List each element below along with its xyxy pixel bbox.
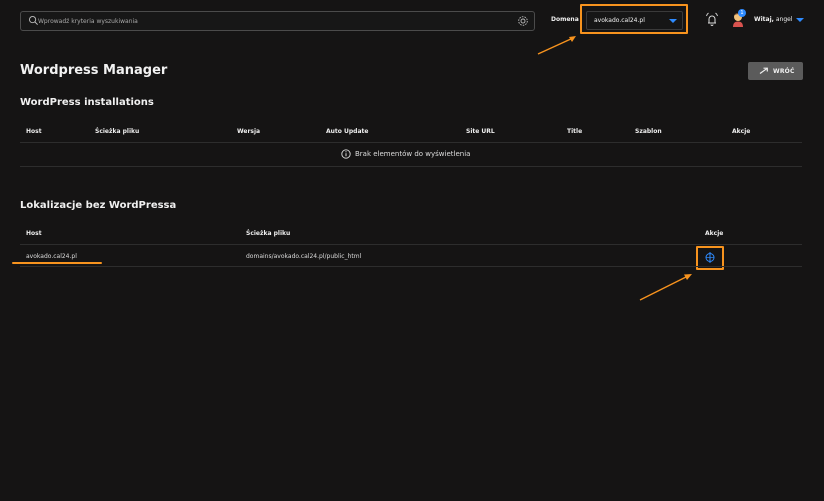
search-box[interactable] <box>20 11 535 31</box>
installations-title: WordPress installations <box>20 97 154 108</box>
back-button-label: WRÓĆ <box>773 67 795 75</box>
table-divider <box>20 244 802 245</box>
column-header-theme[interactable]: Szablon <box>635 128 662 135</box>
column-header-actions: Akcje <box>732 128 751 135</box>
notification-bell-icon[interactable] <box>705 12 719 27</box>
info-icon <box>341 149 351 159</box>
column-header-path[interactable]: Ścieżka pliku <box>246 230 290 237</box>
gear-icon[interactable] <box>517 15 529 27</box>
chevron-down-icon <box>669 19 677 23</box>
search-input[interactable] <box>38 12 518 30</box>
table-divider <box>20 166 802 167</box>
host-underline-annotation <box>12 262 102 264</box>
column-header-site-url[interactable]: Site URL <box>466 128 495 135</box>
user-menu-chevron-icon[interactable] <box>796 18 804 22</box>
notification-badge: 1 <box>738 9 746 17</box>
page-title: Wordpress Manager <box>20 63 168 78</box>
column-header-actions: Akcje <box>705 230 724 237</box>
column-header-title[interactable]: Title <box>567 128 582 135</box>
arrow-icon <box>759 67 768 74</box>
column-header-path[interactable]: Ścieżka pliku <box>95 128 139 135</box>
user-greeting[interactable]: Witaj, angel <box>754 16 793 23</box>
column-header-auto-update[interactable]: Auto Update <box>326 128 368 135</box>
wordpress-install-icon[interactable] <box>704 251 716 264</box>
table-divider <box>20 142 802 143</box>
username: angel <box>775 16 793 23</box>
row-host-link[interactable]: avokado.cal24.pl <box>26 253 77 260</box>
domain-label: Domena <box>551 16 579 23</box>
empty-state-message: Brak elementów do wyświetlenia <box>355 150 471 158</box>
annotation-arrow-icon <box>537 36 576 55</box>
back-button[interactable]: WRÓĆ <box>748 62 803 80</box>
row-path: domains/avokado.cal24.pl/public_html <box>246 253 362 260</box>
without-wp-title: Lokalizacje bez WordPressa <box>20 200 177 211</box>
column-header-version[interactable]: Wersja <box>237 128 260 135</box>
column-header-host[interactable]: Host <box>26 230 42 237</box>
column-header-host[interactable]: Host <box>26 128 42 135</box>
domain-select[interactable]: avokado.cal24.pl <box>586 11 683 30</box>
annotation-arrow-icon <box>639 274 692 301</box>
greeting-prefix: Witaj, <box>754 16 774 23</box>
table-divider <box>20 266 802 267</box>
domain-select-value: avokado.cal24.pl <box>594 17 645 24</box>
